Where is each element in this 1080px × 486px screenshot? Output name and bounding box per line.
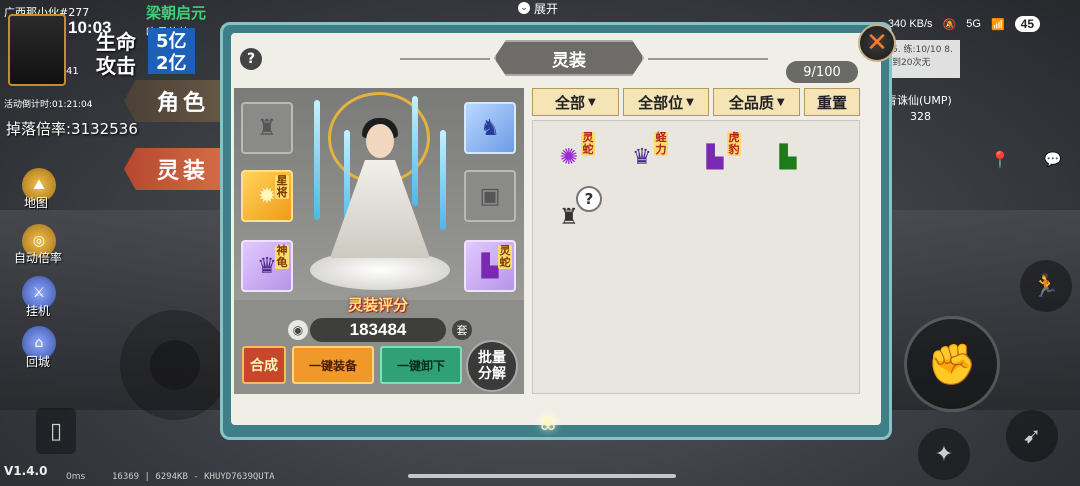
equip-slot-6[interactable]: ▙ 灵蛇 <box>464 240 516 292</box>
drop-rate: 掉落倍率:3132536 <box>6 120 138 138</box>
system-status-icons: 340 KB/s 🔕 5G 📶 45 <box>888 16 1040 32</box>
filter-slot[interactable]: 全部位 ▼ <box>622 88 710 116</box>
score-title: 灵装评分 <box>347 296 408 314</box>
eye-icon[interactable]: ◉ <box>288 320 308 340</box>
lotus-icon: ❀ <box>537 408 559 436</box>
expand-label: 展开 <box>534 1 559 16</box>
help-icon[interactable]: ? <box>240 48 262 70</box>
skill-crawl-icon[interactable]: ➹ <box>1006 410 1058 462</box>
signal-label: 5G <box>966 18 981 30</box>
debug-info: 16369 | 6294KB - KHUYD7639QUTA <box>112 472 275 482</box>
title-divider-right <box>648 58 768 60</box>
idle-label: 挂机 <box>26 304 51 318</box>
return-city-label: 回城 <box>26 355 51 369</box>
map-label: 地图 <box>24 196 49 210</box>
reset-button[interactable]: 重置 <box>804 88 861 116</box>
phone-icon[interactable]: ▯ <box>36 408 76 454</box>
item-tag: 蛏力 <box>654 131 668 156</box>
score-value: 183484 <box>310 318 446 342</box>
top-banner: 梁朝启元 <box>146 4 207 22</box>
slot-tag: 神龟 <box>275 244 289 269</box>
filter-quality-label: 全品质 <box>728 93 774 112</box>
filter-type-label: 全部 <box>554 93 585 112</box>
star-icon: ✹ <box>257 183 277 209</box>
armor-icon: ♛ <box>632 144 652 170</box>
latency: 0ms <box>66 472 86 482</box>
event-countdown: 活动倒计时:01:21:04 <box>4 100 93 110</box>
equip-slot-3[interactable]: ✹ 星将 <box>241 170 293 222</box>
character-head <box>366 124 394 158</box>
batch-decompose-button[interactable]: 批量分解 <box>466 340 518 392</box>
sword-decoration <box>412 96 418 206</box>
inventory-item[interactable]: ♛ 蛏力 <box>613 128 671 186</box>
sword-decoration <box>314 100 320 220</box>
avatar[interactable] <box>8 14 66 86</box>
unequip-all-button[interactable]: 一键卸下 <box>380 346 462 384</box>
chevron-down-icon: ▼ <box>776 96 785 108</box>
home-indicator[interactable] <box>408 474 676 478</box>
target-name: 青诛仙(UMP) <box>886 94 952 107</box>
close-button[interactable]: ✕ <box>858 24 896 62</box>
chest-outline-icon: ▣ <box>479 183 501 209</box>
unknown-badge-icon: ? <box>576 186 602 212</box>
helmet-icon: ♜ <box>559 204 579 230</box>
turtle-armor-icon: ♛ <box>257 253 277 279</box>
chevron-down-icon: ▼ <box>587 96 596 108</box>
set-bonus-icon[interactable]: 套 <box>452 320 472 340</box>
dodge-skill-icon[interactable]: 🏃 <box>1020 260 1072 312</box>
inventory-item[interactable]: ▙ <box>759 128 817 186</box>
filter-bar: 全部 ▼ 全部位 ▼ 全品质 ▼ 重置 <box>532 88 861 118</box>
title-divider-left <box>400 58 490 60</box>
chevron-down-icon: ▼ <box>686 96 694 108</box>
inventory-item[interactable]: ✺ 灵蛇 <box>540 128 598 186</box>
equip-slot-2[interactable]: ♞ <box>464 102 516 154</box>
dialog-title: 灵装 <box>494 40 644 76</box>
equip-slot-5[interactable]: ♛ 神龟 <box>241 240 293 292</box>
net-speed: 340 KB/s <box>887 18 933 30</box>
item-tag: 灵蛇 <box>581 131 595 156</box>
filter-type[interactable]: 全部 ▼ <box>532 88 619 116</box>
robe-icon: ▙ <box>779 144 797 170</box>
expand-toggle[interactable]: ⌄ 展开 <box>518 0 558 16</box>
battery-level: 45 <box>1014 16 1040 32</box>
sword-decoration <box>440 130 446 230</box>
target-count: 328 <box>910 110 931 123</box>
skill-shoot-icon[interactable]: ✦ <box>918 428 970 480</box>
bag-capacity: 9/100 <box>786 61 858 83</box>
robe-icon: ▙ <box>481 253 499 279</box>
wifi-icon: 📶 <box>990 18 1005 31</box>
slot-tag: 灵蛇 <box>498 244 512 269</box>
equip-all-button[interactable]: 一键装备 <box>292 346 374 384</box>
item-tag: 虎豹 <box>727 131 741 156</box>
equip-slot-1[interactable]: ♜ <box>241 102 293 154</box>
helmet-outline-icon: ♜ <box>257 115 277 141</box>
armor-icon: ♞ <box>480 115 500 141</box>
chevron-down-icon: ⌄ <box>518 2 530 14</box>
robe-icon: ▙ <box>706 144 724 170</box>
compose-button[interactable]: 合成 <box>242 346 286 384</box>
joystick-knob[interactable] <box>150 340 200 390</box>
filter-slot-label: 全部位 <box>638 93 684 112</box>
slot-tag: 星将 <box>275 174 289 199</box>
atk-label: 攻击 <box>96 54 136 78</box>
auto-rate-label: 自动倍率 <box>14 251 63 265</box>
inventory-item[interactable]: ▙ 虎豹 <box>686 128 744 186</box>
quest-panel[interactable]: 5. 练:10/10 8.到20次无 <box>890 40 960 78</box>
mute-icon: 🔕 <box>942 18 957 31</box>
filter-quality[interactable]: 全品质 ▼ <box>713 88 801 116</box>
version-label: V1.4.0 <box>4 464 48 478</box>
equip-slot-4[interactable]: ▣ <box>464 170 516 222</box>
chat-icon[interactable]: 💬 <box>1044 152 1066 170</box>
location-pin-icon[interactable]: 📍 <box>990 150 1010 169</box>
attack-fist-icon[interactable]: ✊ <box>904 316 1000 412</box>
player-level: 41 <box>66 66 79 77</box>
spiky-orb-icon: ✺ <box>559 144 579 170</box>
atk-value: 2亿 <box>148 50 195 74</box>
